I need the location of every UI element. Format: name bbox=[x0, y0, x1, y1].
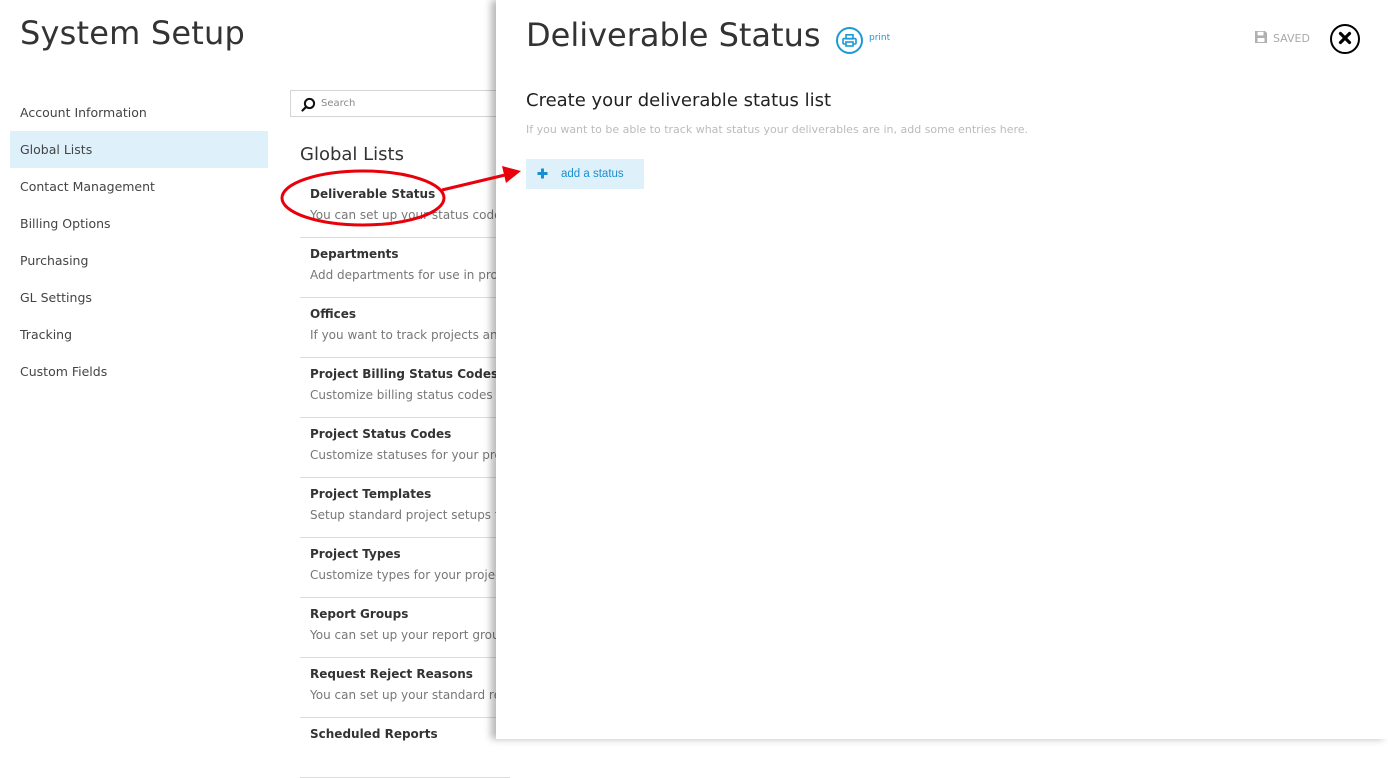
list-item-title: Deliverable Status bbox=[310, 187, 436, 201]
sidebar-item-global-lists[interactable]: Global Lists bbox=[10, 131, 268, 168]
deliverable-status-panel: Deliverable Status print SAVED Create yo… bbox=[496, 0, 1388, 739]
sidebar-item-billing-options[interactable]: Billing Options bbox=[10, 205, 268, 242]
list-item[interactable]: Project Billing Status Codes Customize b… bbox=[300, 358, 510, 418]
list-item[interactable]: Project Status Codes Customize statuses … bbox=[300, 418, 510, 478]
global-lists-heading: Global Lists bbox=[300, 144, 404, 165]
global-lists-list: Deliverable Status You can set up your s… bbox=[300, 178, 510, 778]
saved-indicator: SAVED bbox=[1254, 29, 1310, 47]
list-item-title: Project Types bbox=[310, 547, 401, 561]
search-box bbox=[290, 90, 520, 117]
sidebar-item-gl-settings[interactable]: GL Settings bbox=[10, 279, 268, 316]
list-item-description: Customize types for your projects bbox=[310, 568, 510, 582]
saved-label: SAVED bbox=[1273, 31, 1310, 45]
list-item[interactable]: Scheduled Reports bbox=[300, 718, 510, 778]
search-icon bbox=[301, 97, 316, 112]
close-icon bbox=[1338, 30, 1352, 49]
list-item[interactable]: Project Templates Setup standard project… bbox=[300, 478, 510, 538]
list-item-title: Report Groups bbox=[310, 607, 409, 621]
close-button[interactable] bbox=[1330, 24, 1360, 54]
sidebar-item-purchasing[interactable]: Purchasing bbox=[10, 242, 268, 279]
list-item-title: Request Reject Reasons bbox=[310, 667, 473, 681]
sidebar-item-account-information[interactable]: Account Information bbox=[10, 94, 268, 131]
floppy-disk-icon bbox=[1254, 29, 1268, 48]
list-item-description: Customize statuses for your proje bbox=[310, 448, 510, 462]
panel-title: Deliverable Status bbox=[526, 16, 821, 54]
list-item-description: Customize billing status codes for bbox=[310, 388, 510, 402]
list-item-title: Project Templates bbox=[310, 487, 432, 501]
section-heading: Create your deliverable status list bbox=[526, 90, 832, 111]
sidebar-item-custom-fields[interactable]: Custom Fields bbox=[10, 353, 268, 390]
list-item-description: You can set up your status codes bbox=[310, 208, 508, 222]
list-item-title: Project Billing Status Codes bbox=[310, 367, 499, 381]
list-item-description: You can set up your standard rea bbox=[310, 688, 509, 702]
section-hint: If you want to be able to track what sta… bbox=[526, 123, 1029, 136]
search-input[interactable] bbox=[321, 93, 491, 114]
list-item[interactable]: Departments Add departments for use in p… bbox=[300, 238, 510, 298]
list-item[interactable]: Deliverable Status You can set up your s… bbox=[300, 178, 510, 238]
list-item[interactable]: Report Groups You can set up your report… bbox=[300, 598, 510, 658]
list-item-title: Departments bbox=[310, 247, 399, 261]
list-item[interactable]: Request Reject Reasons You can set up yo… bbox=[300, 658, 510, 718]
printer-icon bbox=[836, 26, 863, 54]
print-label: print bbox=[869, 33, 891, 43]
sidebar-item-contact-management[interactable]: Contact Management bbox=[10, 168, 268, 205]
list-item-description: Setup standard project setups to bbox=[310, 508, 507, 522]
page-title: System Setup bbox=[20, 14, 246, 52]
add-status-label: add a status bbox=[561, 168, 624, 180]
print-button[interactable]: print bbox=[836, 24, 890, 56]
list-item-description: You can set up your report group bbox=[310, 628, 508, 642]
list-item-title: Project Status Codes bbox=[310, 427, 452, 441]
list-item[interactable]: Project Types Customize types for your p… bbox=[300, 538, 510, 598]
list-item-description: Add departments for use in proje bbox=[310, 268, 509, 282]
sidebar-item-tracking[interactable]: Tracking bbox=[10, 316, 268, 353]
add-status-button[interactable]: add a status bbox=[526, 159, 644, 189]
list-item-description: If you want to track projects and f bbox=[310, 328, 510, 342]
list-item[interactable]: Offices If you want to track projects an… bbox=[300, 298, 510, 358]
plus-icon bbox=[537, 167, 548, 182]
sidebar-nav: Account Information Global Lists Contact… bbox=[10, 94, 268, 390]
list-item-title: Offices bbox=[310, 307, 356, 321]
